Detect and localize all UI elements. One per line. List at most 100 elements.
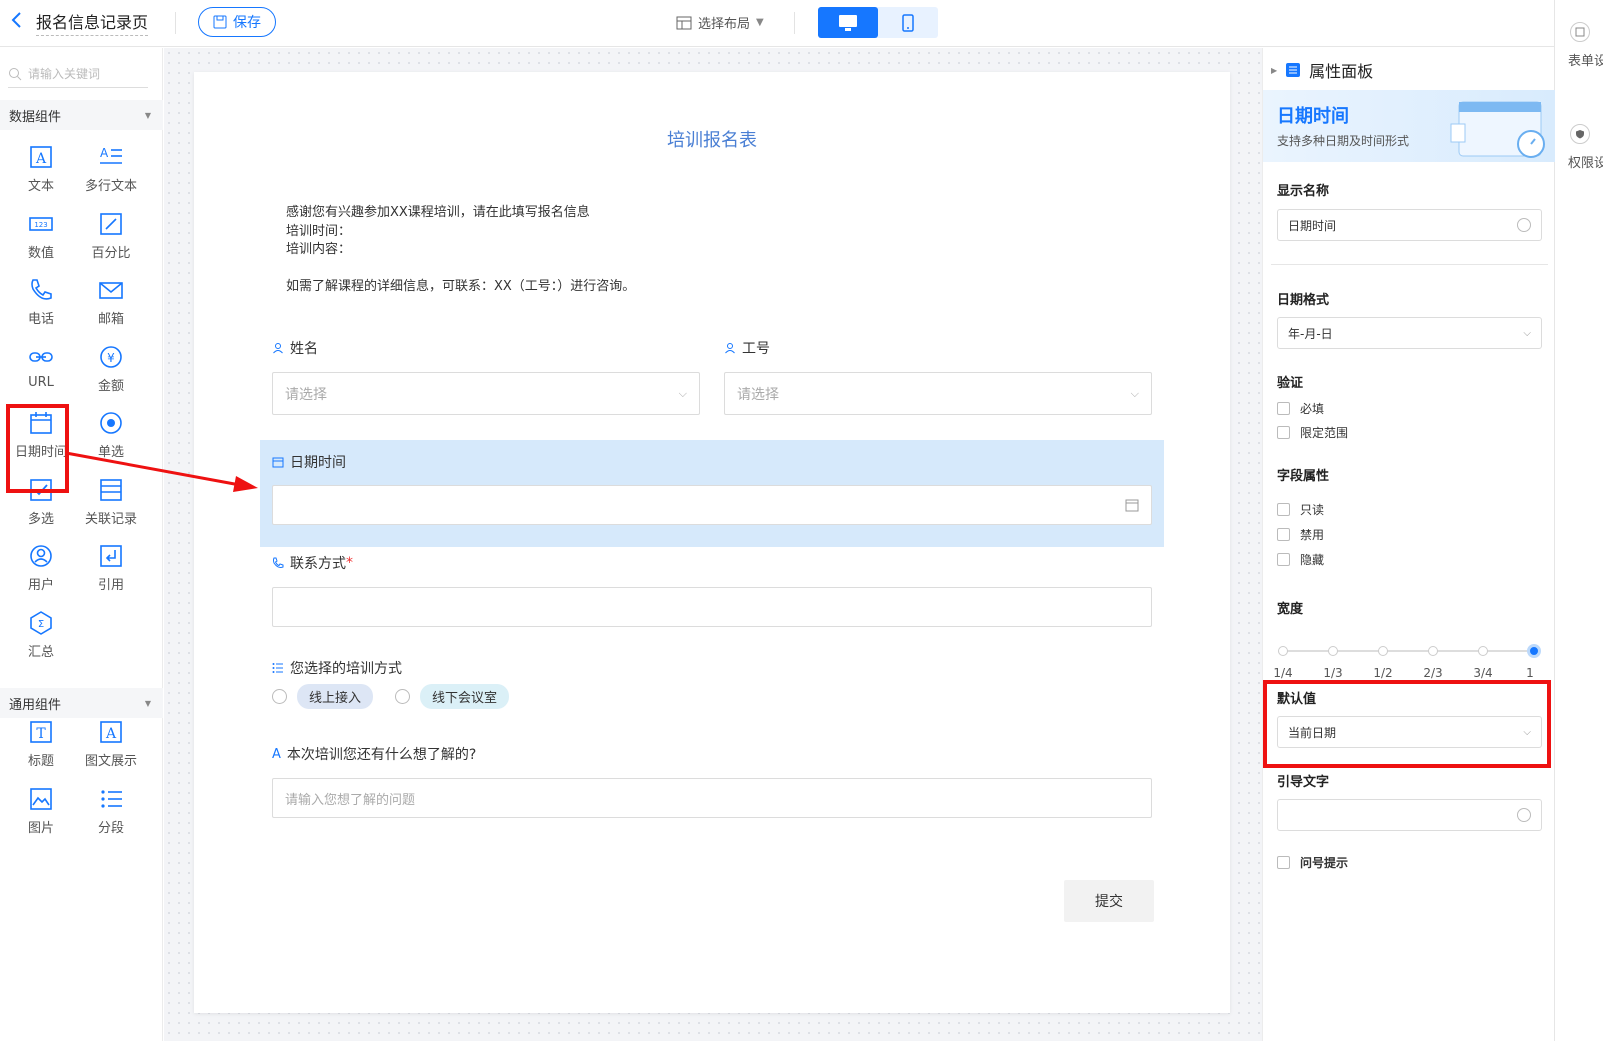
component-rich-text[interactable]: A 图文展示 xyxy=(76,719,146,779)
training-options: 线上接入 线下会议室 xyxy=(272,684,510,709)
form-title[interactable]: 培训报名表 xyxy=(194,126,1230,152)
banner-title: 日期时间 xyxy=(1277,106,1349,127)
contact-input[interactable] xyxy=(272,587,1152,627)
guide-text-input[interactable] xyxy=(1277,799,1542,831)
slider-stop[interactable] xyxy=(1328,646,1338,656)
slider-stop[interactable] xyxy=(1378,646,1388,656)
datetime-input[interactable] xyxy=(272,485,1152,525)
component-multiline-text[interactable]: A 多行文本 xyxy=(76,144,146,204)
form-settings-label: 表单设 xyxy=(1568,54,1603,69)
slider-stop[interactable] xyxy=(1428,646,1438,656)
top-bar: 报名信息记录页 保存 选择布局 ▼ xyxy=(0,0,1603,47)
common-components-header[interactable]: 通用组件 ▼ xyxy=(0,688,163,718)
component-url[interactable]: URL xyxy=(6,344,76,404)
component-user[interactable]: 用户 xyxy=(6,543,76,603)
search-input[interactable]: 请输入关键词 xyxy=(8,60,148,88)
slider-stop[interactable] xyxy=(1478,646,1488,656)
width-slider[interactable] xyxy=(1278,644,1541,658)
chevron-down-icon: ⌵ xyxy=(1523,327,1531,339)
divider xyxy=(175,12,176,34)
mobile-view-button[interactable] xyxy=(878,7,938,38)
component-related-record[interactable]: 关联记录 xyxy=(76,477,146,537)
hidden-checkbox[interactable]: 隐藏 xyxy=(1277,551,1324,568)
disabled-checkbox[interactable]: 禁用 xyxy=(1277,526,1324,543)
component-single-select[interactable]: 单选 xyxy=(76,410,146,470)
required-checkbox[interactable]: 必填 xyxy=(1277,400,1324,417)
component-label: 邮箱 xyxy=(97,312,124,327)
checkbox[interactable] xyxy=(1277,528,1290,541)
checkbox-label: 限定范围 xyxy=(1300,426,1349,440)
chevron-down-icon: ⌵ xyxy=(678,386,687,400)
component-title[interactable]: T 标题 xyxy=(6,719,76,779)
panel-icon xyxy=(1286,63,1301,77)
label-text: 联系方式 xyxy=(290,556,346,572)
component-section[interactable]: 分段 xyxy=(76,786,146,846)
id-select[interactable]: 请选择 ⌵ xyxy=(724,372,1152,415)
checkbox[interactable] xyxy=(1277,553,1290,566)
component-summary[interactable]: Σ 汇总 xyxy=(6,610,76,670)
radio-offline[interactable] xyxy=(395,689,411,704)
component-percent[interactable]: 百分比 xyxy=(76,211,146,271)
name-select[interactable]: 请选择 ⌵ xyxy=(272,372,700,415)
save-label: 保存 xyxy=(233,15,261,31)
component-phone[interactable]: 电话 xyxy=(6,277,76,337)
clear-icon[interactable] xyxy=(1517,218,1531,232)
divider xyxy=(794,12,795,34)
radio-online[interactable] xyxy=(272,689,287,704)
option-offline[interactable]: 线下会议室 xyxy=(420,684,510,709)
date-format-select[interactable]: 年-月-日 ⌵ xyxy=(1277,317,1542,349)
component-number[interactable]: 123 数值 xyxy=(6,211,76,271)
name-field-label: 姓名 xyxy=(272,338,318,358)
component-amount[interactable]: ¥ 金额 xyxy=(76,344,146,404)
contact-field-label: 联系方式 * xyxy=(272,553,353,573)
component-image[interactable]: 图片 xyxy=(6,786,76,846)
checkbox[interactable] xyxy=(1277,402,1290,415)
checkbox-label: 只读 xyxy=(1300,503,1325,517)
option-online[interactable]: 线上接入 xyxy=(297,684,374,709)
submit-button[interactable]: 提交 xyxy=(1064,880,1154,922)
display-name-input[interactable]: 日期时间 xyxy=(1277,209,1542,241)
data-components-header[interactable]: 数据组件 ▼ xyxy=(0,100,163,130)
page-title[interactable]: 报名信息记录页 xyxy=(36,9,149,36)
back-arrow-icon[interactable] xyxy=(6,9,28,31)
component-label: 引用 xyxy=(97,578,124,593)
tooltip-checkbox[interactable]: 问号提示 xyxy=(1277,854,1348,871)
checkbox[interactable] xyxy=(1277,856,1290,869)
component-text[interactable]: A 文本 xyxy=(6,144,76,204)
component-label: 多选 xyxy=(27,511,54,527)
caret-down-icon: ▼ xyxy=(144,110,151,120)
component-label: 电话 xyxy=(27,312,54,327)
highlight-box-datetime xyxy=(6,404,69,493)
component-email[interactable]: 邮箱 xyxy=(76,277,146,337)
user-icon xyxy=(30,545,52,567)
group-label: 数据组件 xyxy=(9,109,62,125)
save-button[interactable]: 保存 xyxy=(198,7,276,37)
form-description[interactable]: 感谢您有兴趣参加XX课程培训，请在此填写报名信息 培训时间： 培训内容： 如需了… xyxy=(286,204,635,297)
readonly-checkbox[interactable]: 只读 xyxy=(1277,501,1324,518)
component-reference[interactable]: 引用 xyxy=(76,543,146,603)
desktop-view-button[interactable] xyxy=(818,7,878,38)
datetime-field-selected[interactable]: 日期时间 xyxy=(260,440,1164,547)
phone-icon xyxy=(31,279,52,300)
question-input[interactable]: 请输入您想了解的问题 xyxy=(272,778,1152,818)
checkbox[interactable] xyxy=(1277,426,1290,439)
svg-text:Σ: Σ xyxy=(38,619,44,630)
width-tick: 1/2 xyxy=(1373,666,1393,680)
caret-right-icon[interactable]: ▶ xyxy=(1271,66,1277,75)
placeholder: 请输入您想了解的问题 xyxy=(285,792,416,808)
checkbox[interactable] xyxy=(1277,503,1290,516)
chevron-down-icon: ▼ xyxy=(756,17,764,28)
calendar-icon xyxy=(272,457,284,468)
banner-subtitle: 支持多种日期及时间形式 xyxy=(1277,134,1410,148)
highlight-box-default xyxy=(1263,680,1551,768)
slider-handle[interactable] xyxy=(1527,644,1541,658)
label-text: 日期时间 xyxy=(290,455,346,471)
permission-settings-tab[interactable]: 权限设 xyxy=(1555,124,1603,171)
clear-icon[interactable] xyxy=(1517,808,1531,822)
slider-stop[interactable] xyxy=(1278,646,1288,656)
image-icon xyxy=(30,787,52,810)
layout-select[interactable]: 选择布局 ▼ xyxy=(676,13,764,32)
range-checkbox[interactable]: 限定范围 xyxy=(1277,424,1348,441)
component-label: 关联记录 xyxy=(84,511,137,527)
form-settings-tab[interactable]: 表单设 xyxy=(1555,22,1603,69)
